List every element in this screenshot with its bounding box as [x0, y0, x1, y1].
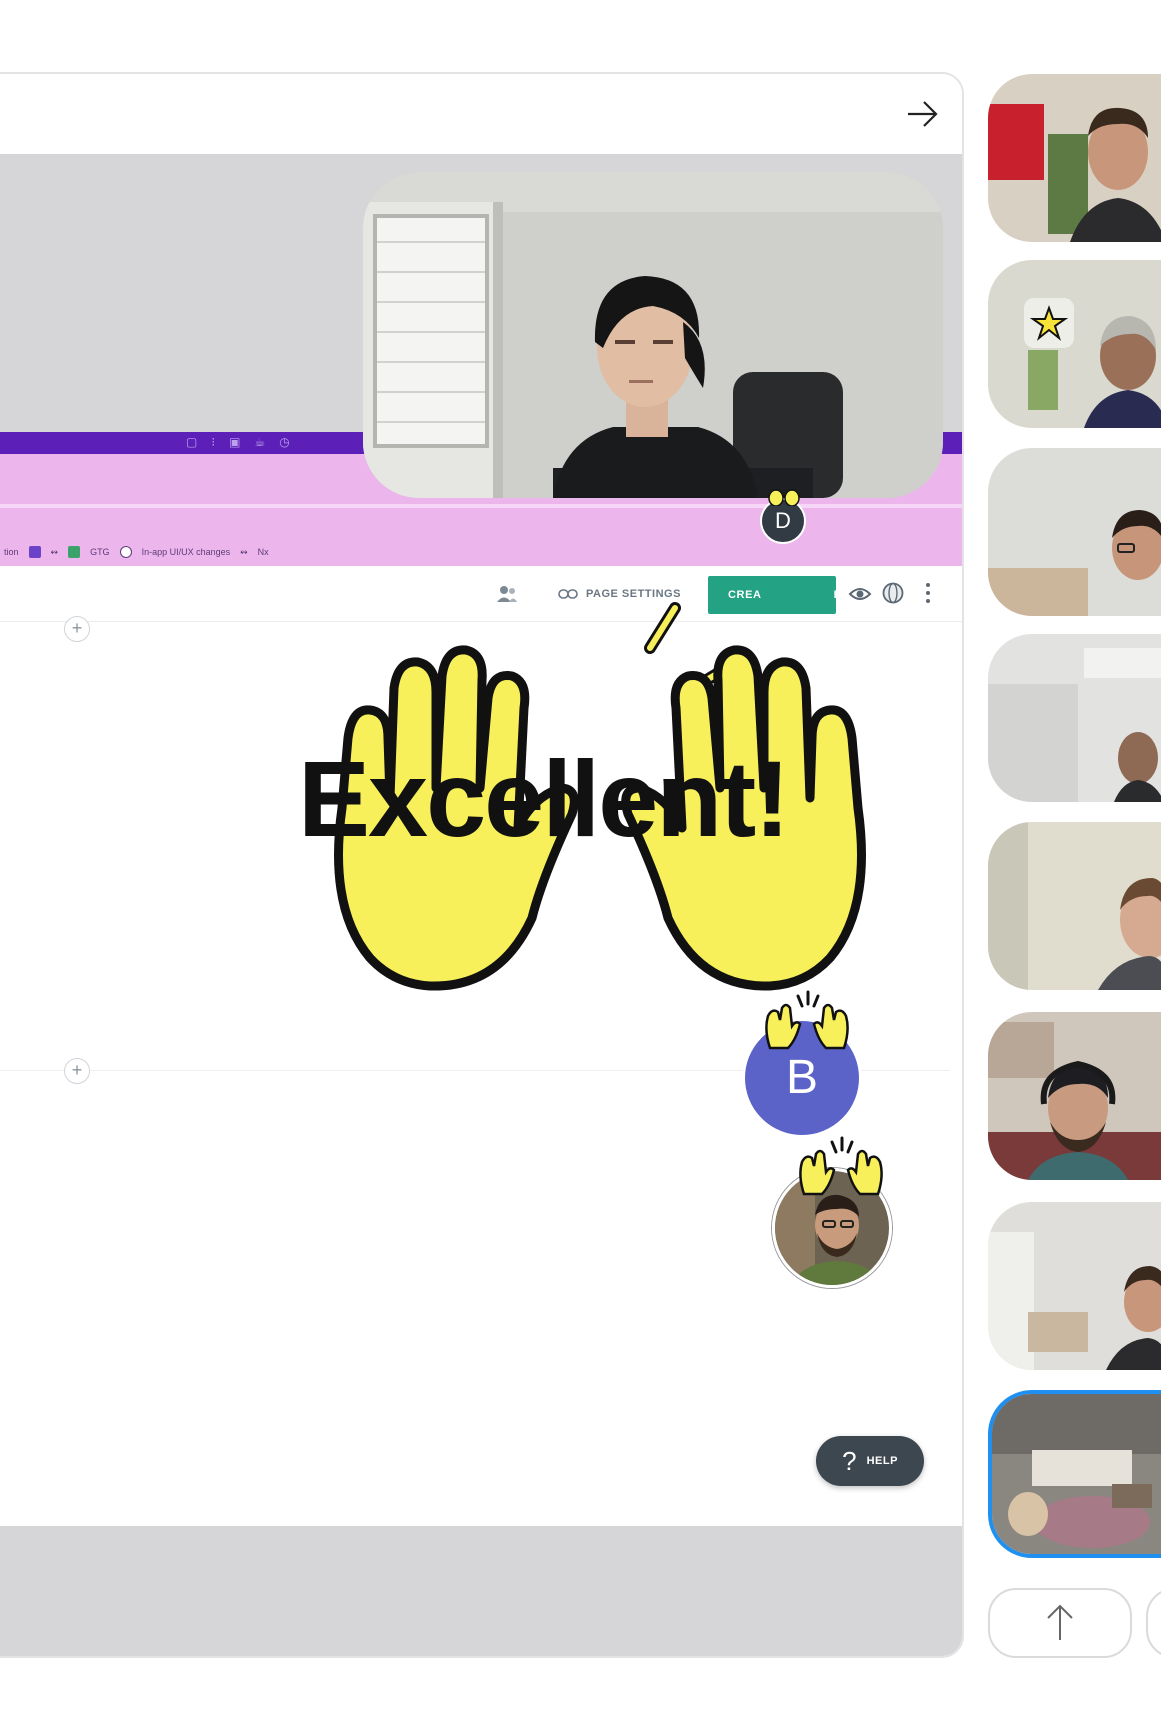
participant-video — [988, 1202, 1161, 1370]
participant-video-tile[interactable] — [988, 822, 1161, 990]
scroll-up-button[interactable] — [988, 1588, 1132, 1658]
bookmark-item[interactable]: GTG — [90, 547, 110, 557]
help-icon: ? — [842, 1445, 857, 1476]
participant-video-tile[interactable] — [988, 260, 1161, 428]
arrow-up-icon — [1047, 1604, 1073, 1640]
calendar-icon: ▣ — [229, 435, 241, 449]
participant-video — [988, 448, 1161, 616]
participant-video — [988, 260, 1161, 428]
bookmarks-bar: tion ↭ GTG In-app UI/UX changes ↭ Nx — [0, 542, 269, 562]
participant-video — [988, 634, 1161, 802]
avatar-initial: D — [775, 508, 791, 533]
bookmark-item[interactable]: tion — [4, 547, 19, 557]
scroll-next-button[interactable] — [1146, 1588, 1161, 1658]
participant-video-tile[interactable] — [988, 74, 1161, 242]
presenter-video[interactable] — [363, 172, 943, 498]
help-label: HELP — [866, 1455, 898, 1467]
participant-video-tile[interactable] — [988, 448, 1161, 616]
info-icon: ⁝ — [211, 435, 216, 449]
link-icon: ↭ — [240, 546, 248, 557]
raised-hands-icon — [799, 1136, 883, 1196]
add-section-button[interactable]: + — [64, 616, 90, 642]
notion-icon — [119, 546, 132, 558]
participant-video-tile[interactable] — [988, 1012, 1161, 1180]
browser-toolbar-icons: ▢ ⁝ ▣ ☕ ◷ — [186, 435, 290, 449]
participant-video — [988, 1012, 1161, 1180]
avatar-initial: B — [785, 1051, 818, 1104]
bookmark-icon — [28, 546, 41, 558]
window-topbar — [0, 74, 962, 154]
participant-video-tile[interactable] — [988, 1202, 1161, 1370]
star-badge — [1024, 298, 1074, 348]
bookmark-item[interactable]: Nx — [258, 547, 269, 557]
browser-divider — [0, 504, 962, 508]
sheets-icon — [68, 546, 81, 558]
reaction-text: Excellent! — [298, 738, 790, 859]
arrow-right-icon[interactable] — [904, 96, 940, 132]
video-call-screen: ▢ ⁝ ▣ ☕ ◷ tion ↭ GTG In-app UI/UX change… — [0, 0, 1161, 1710]
participant-video — [988, 822, 1161, 990]
cup-icon: ☕ — [254, 435, 266, 449]
window-icon: ▢ — [186, 435, 198, 449]
presenter-video-frame — [363, 172, 943, 498]
star-icon — [1029, 305, 1069, 341]
participant-video-tile[interactable] — [988, 634, 1161, 802]
link-icon: ↭ — [50, 546, 59, 557]
add-section-button[interactable]: + — [64, 1058, 90, 1084]
help-button[interactable]: ? HELP — [816, 1436, 924, 1486]
participant-video — [992, 1394, 1161, 1554]
raised-hands-icon — [768, 489, 800, 506]
participant-video — [988, 74, 1161, 242]
clock-icon: ◷ — [279, 435, 290, 449]
bookmark-item[interactable]: In-app UI/UX changes — [142, 547, 231, 557]
raised-hands-icon — [765, 990, 849, 1050]
gray-background-bottom — [0, 1526, 962, 1656]
participant-video-tile-active[interactable] — [988, 1390, 1161, 1558]
